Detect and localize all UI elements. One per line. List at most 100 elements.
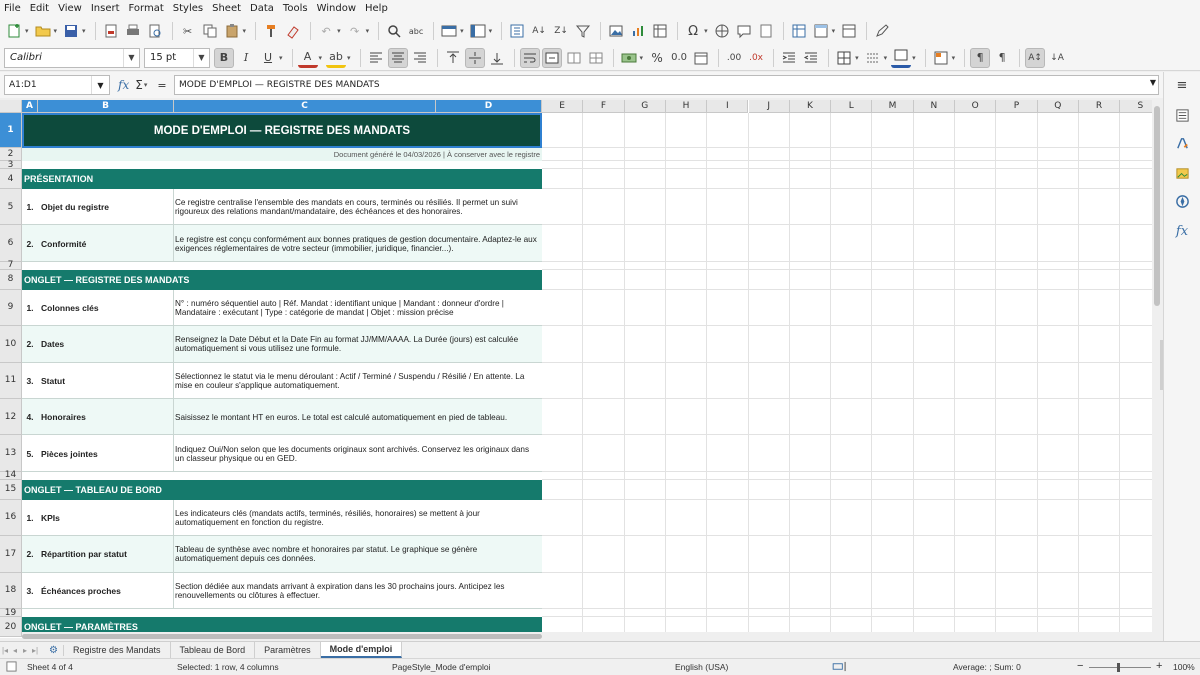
pivot-table-icon[interactable] [650, 21, 670, 41]
insert-chart-icon[interactable] [628, 21, 648, 41]
section-heading[interactable]: ONGLET — TABLEAU DE BORD [22, 479, 542, 500]
menu-sheet[interactable]: Sheet [212, 3, 241, 14]
column-header-k[interactable]: K [789, 100, 832, 113]
highlight-color-icon[interactable]: ab [326, 48, 347, 68]
spelling-icon[interactable]: abc [406, 21, 426, 41]
open-folder-icon[interactable] [33, 21, 53, 41]
menu-tools[interactable]: Tools [283, 3, 308, 14]
column-header-h[interactable]: H [665, 100, 708, 113]
decrease-indent-icon[interactable] [801, 48, 821, 68]
border-color-dropdown-icon[interactable]: ▾ [912, 54, 916, 62]
right-to-left-icon[interactable]: ¶ [992, 48, 1012, 68]
column-header-r[interactable]: R [1078, 100, 1121, 113]
menu-file[interactable]: File [4, 3, 21, 14]
item-label[interactable]: Pièces jointes [38, 435, 174, 472]
row-dropdown-icon[interactable]: ▾ [460, 27, 464, 35]
menu-edit[interactable]: Edit [30, 3, 49, 14]
item-label[interactable]: Conformité [38, 225, 174, 262]
paste-dropdown-icon[interactable]: ▾ [243, 27, 247, 35]
row-header-18[interactable]: 18 [0, 572, 22, 609]
text-vertical-icon[interactable]: ↓A [1047, 48, 1067, 68]
section-heading[interactable]: PRÉSENTATION [22, 169, 542, 189]
row-header-16[interactable]: 16 [0, 499, 22, 537]
undo-icon[interactable]: ↶ [316, 21, 336, 41]
underline-icon[interactable]: U [258, 48, 278, 68]
language[interactable]: English (USA) [675, 662, 728, 672]
merge-center-icon[interactable] [541, 47, 562, 68]
vertical-scroll-thumb[interactable] [1154, 106, 1160, 306]
navigator-icon[interactable] [1173, 192, 1191, 210]
print-preview-icon[interactable] [145, 21, 165, 41]
sum-icon[interactable]: Σ [135, 78, 143, 92]
next-sheet-icon[interactable]: ▸ [20, 646, 30, 655]
menu-view[interactable]: View [58, 3, 82, 14]
sort-ascending-icon[interactable]: A↓ [529, 21, 549, 41]
row-header-19[interactable]: 19 [0, 608, 22, 618]
item-number[interactable]: 3. [22, 572, 38, 609]
special-character-dropdown-icon[interactable]: ▾ [704, 27, 708, 35]
item-description[interactable]: Les indicateurs clés (mandats actifs, te… [174, 499, 542, 537]
menu-format[interactable]: Format [129, 3, 164, 14]
save-dropdown-icon[interactable]: ▾ [82, 27, 86, 35]
currency-dropdown-icon[interactable]: ▾ [640, 54, 644, 62]
expand-formula-icon[interactable]: ▼ [1150, 78, 1156, 87]
item-label[interactable]: KPIs [38, 499, 174, 537]
sort-icon[interactable] [507, 21, 527, 41]
styles-icon[interactable] [1173, 134, 1191, 152]
row-header-3[interactable]: 3 [0, 160, 22, 170]
row-header-12[interactable]: 12 [0, 399, 22, 436]
column-header-a[interactable]: A [22, 100, 38, 113]
functions-icon[interactable]: fx [1173, 222, 1191, 240]
add-decimal-icon[interactable]: .00 [724, 48, 744, 68]
row-header-6[interactable]: 6 [0, 225, 22, 262]
percent-format-icon[interactable]: % [647, 48, 667, 68]
align-top-icon[interactable] [443, 48, 463, 68]
item-description[interactable]: Renseignez la Date Début et la Date Fin … [174, 326, 542, 363]
formula-summary[interactable]: Average: ; Sum: 0 [953, 662, 1021, 672]
row-header-9[interactable]: 9 [0, 289, 22, 327]
sum-dropdown-icon[interactable]: ▾ [144, 81, 148, 89]
item-description[interactable]: N° : numéro séquentiel auto | Réf. Manda… [174, 289, 542, 327]
conditional-dropdown-icon[interactable]: ▾ [952, 54, 956, 62]
number-format-icon[interactable]: 0.0 [669, 48, 689, 68]
item-description[interactable]: Sélectionnez le statut via le menu dérou… [174, 362, 542, 399]
font-name-combo[interactable]: Calibri ▼ [4, 47, 140, 68]
name-box[interactable]: A1:D1 ▼ [4, 75, 110, 95]
spacer-row[interactable] [22, 261, 542, 270]
column-header-b[interactable]: B [38, 100, 174, 113]
split-window-icon[interactable] [839, 21, 859, 41]
clear-formatting-icon[interactable] [283, 21, 303, 41]
item-number[interactable]: 2. [22, 225, 38, 262]
align-left-icon[interactable] [366, 48, 386, 68]
item-description[interactable]: Indiquez Oui/Non selon que les documents… [174, 435, 542, 472]
font-size-combo[interactable]: 15 pt ▼ [144, 47, 210, 68]
item-number[interactable]: 1. [22, 499, 38, 537]
select-all-corner[interactable] [0, 100, 22, 113]
zoom-in-icon[interactable]: + [1156, 660, 1162, 672]
highlight-dropdown-icon[interactable]: ▾ [347, 54, 351, 62]
undo-dropdown-icon[interactable]: ▾ [337, 27, 341, 35]
item-label[interactable]: Colonnes clés [38, 289, 174, 327]
conditional-format-icon[interactable] [931, 48, 951, 68]
border-color-icon[interactable] [891, 48, 912, 68]
item-description[interactable]: Saisissez le montant HT en euros. Le tot… [174, 399, 542, 436]
bold-icon[interactable]: B [214, 47, 234, 68]
row-header-20[interactable]: 20 [0, 617, 22, 637]
section-heading[interactable]: ONGLET — REGISTRE DES MANDATS [22, 269, 542, 290]
sidebar-menu-icon[interactable]: ≡ [1173, 76, 1191, 94]
open-dropdown-icon[interactable]: ▾ [54, 27, 58, 35]
column-header-q[interactable]: Q [1037, 100, 1079, 113]
row-header-13[interactable]: 13 [0, 435, 22, 472]
zoom-slider[interactable] [1089, 667, 1151, 668]
copy-icon[interactable] [200, 21, 220, 41]
column-header-o[interactable]: O [955, 100, 997, 113]
item-number[interactable]: 2. [22, 536, 38, 573]
align-right-icon[interactable] [410, 48, 430, 68]
column-header-f[interactable]: F [583, 100, 625, 113]
align-center-icon[interactable] [387, 47, 408, 68]
chevron-down-icon[interactable]: ▼ [91, 76, 109, 94]
row-header-17[interactable]: 17 [0, 536, 22, 573]
zoom-out-icon[interactable]: − [1077, 660, 1083, 672]
item-label[interactable]: Échéances proches [38, 572, 174, 609]
row-header-5[interactable]: 5 [0, 189, 22, 226]
